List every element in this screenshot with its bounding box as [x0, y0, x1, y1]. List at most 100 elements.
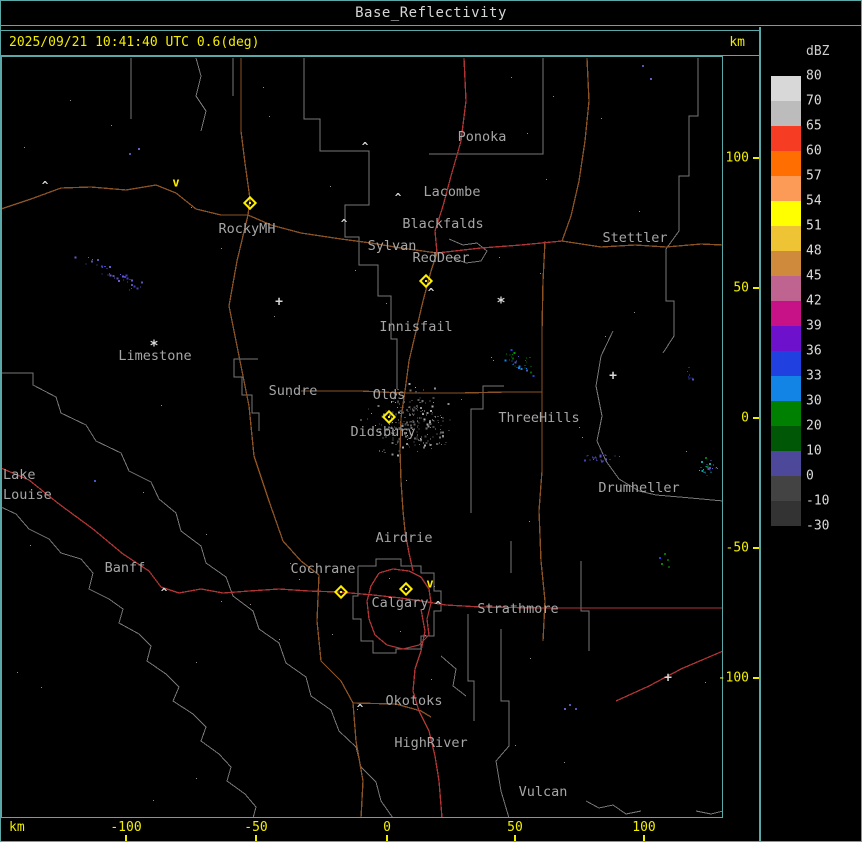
x-tick-mark	[643, 835, 645, 841]
caret-marker: ^	[161, 586, 168, 599]
plus-marker: +	[275, 295, 283, 310]
radar-map-svg: Ponoka Lacombe Blackfalds SylvanRedDeer Stet…	[2, 57, 722, 817]
legend-color-swatch	[771, 101, 801, 126]
x-tick-mark	[386, 835, 388, 841]
legend-color-swatch	[771, 76, 801, 101]
legend-tick-label: -30	[806, 518, 830, 534]
city-label: Strathmore	[477, 601, 558, 617]
city-label: Drumheller	[598, 480, 679, 496]
y-tick-label: 0	[741, 410, 749, 426]
legend-color-swatch	[771, 426, 801, 451]
legend-color-swatch	[771, 201, 801, 226]
legend-tick-label: 36	[806, 343, 822, 359]
legend-color-swatch	[771, 226, 801, 251]
legend-color-swatch	[771, 326, 801, 351]
y-axis-unit-label: km	[729, 35, 745, 50]
plus-marker: +	[664, 671, 672, 686]
x-tick-label: 0	[383, 820, 391, 835]
x-axis: km -100 -50 0 50 100	[1, 818, 759, 841]
city-label: RedDeer	[413, 250, 470, 266]
legend-color-swatch	[771, 251, 801, 276]
panel-divider	[759, 27, 761, 841]
legend-color-swatch	[771, 151, 801, 176]
legend-tick-label: 80	[806, 68, 822, 84]
radar-app-window: Base_Reflectivity 2025/09/21 10:41:40 UT…	[0, 0, 862, 842]
legend-color-swatch	[771, 476, 801, 501]
legend-tick-label: 48	[806, 243, 822, 259]
city-label: Sylvan	[368, 238, 417, 254]
city-label: Ponoka	[458, 129, 507, 145]
city-label: Cochrane	[290, 561, 355, 577]
city-label: HighRiver	[394, 735, 467, 751]
legend-color-swatch	[771, 451, 801, 476]
legend-color-swatch	[771, 351, 801, 376]
legend-tick-label: 57	[806, 168, 822, 184]
legend-tick-label: 70	[806, 93, 822, 109]
legend-tick-label: 0	[806, 468, 814, 484]
city-label: Didsbury	[350, 424, 415, 440]
asterisk-marker: *	[496, 294, 505, 312]
city-label: Vulcan	[519, 784, 568, 800]
y-tick-label: 100	[725, 150, 749, 166]
legend-tick-label: 54	[806, 193, 822, 209]
city-label: Olds	[373, 387, 406, 403]
x-tick-label: -50	[244, 820, 268, 835]
legend-tick-label: 10	[806, 443, 822, 459]
x-tick-mark	[255, 835, 257, 841]
city-label: Louise	[3, 487, 52, 503]
y-tick-label: 50	[733, 280, 749, 296]
legend-tick-label: 33	[806, 368, 822, 384]
caret-marker: ^	[362, 140, 369, 153]
city-label: Calgary	[372, 595, 429, 611]
x-tick-mark	[514, 835, 516, 841]
legend-color-swatch	[771, 501, 801, 526]
color-scale-legend: dBZ 80 70 65 60 57 54 51 48 45 42 39 36 33 30 20 10 0 -10…	[762, 28, 861, 841]
legend-tick-label: 45	[806, 268, 822, 284]
legend-tick-label: 42	[806, 293, 822, 309]
caret-marker: ^	[42, 179, 49, 192]
x-tick-label: 50	[507, 820, 523, 835]
city-label: Okotoks	[386, 693, 443, 709]
legend-tick-label: 20	[806, 418, 822, 434]
city-label: RockyMH	[219, 221, 276, 237]
caret-marker: ^	[357, 702, 364, 715]
legend-tick-label: -10	[806, 493, 830, 509]
asterisk-marker: *	[149, 337, 158, 355]
x-tick-mark	[125, 835, 127, 841]
legend-color-swatch	[771, 401, 801, 426]
city-label: Innisfail	[379, 319, 452, 335]
check-marker: v	[172, 176, 179, 190]
x-axis-unit-label: km	[9, 820, 25, 835]
city-label: ThreeHills	[498, 410, 579, 426]
window-title: Base_Reflectivity	[1, 1, 861, 26]
legend-color-swatch	[771, 276, 801, 301]
x-tick-label: 100	[632, 820, 656, 835]
city-label: Banff	[105, 560, 146, 576]
legend-tick-label: 39	[806, 318, 822, 334]
caret-marker: ^	[395, 191, 402, 204]
city-label: Blackfalds	[402, 216, 483, 232]
city-label: Stettler	[602, 230, 667, 246]
city-label: Airdrie	[376, 530, 433, 546]
caret-marker: ^	[435, 599, 442, 612]
x-tick-label: -100	[110, 820, 142, 835]
info-bar: 2025/09/21 10:41:40 UTC 0.6(deg) km	[1, 30, 759, 56]
legend-color-swatch	[771, 376, 801, 401]
radar-site-diamond-marker	[398, 581, 414, 597]
city-label: Lake	[3, 467, 36, 483]
legend-unit-label: dBZ	[806, 44, 830, 59]
plus-marker: +	[609, 369, 617, 384]
city-label: Sundre	[269, 383, 318, 399]
legend-color-swatch	[771, 126, 801, 151]
timestamp-label: 2025/09/21 10:41:40 UTC 0.6(deg)	[9, 35, 260, 50]
city-label: Lacombe	[424, 184, 481, 200]
check-marker: v	[426, 577, 433, 591]
caret-marker: ^	[341, 217, 348, 230]
legend-color-swatch	[771, 176, 801, 201]
radar-map-canvas[interactable]: Ponoka Lacombe Blackfalds Sylvan RedDeer Stet…	[1, 56, 723, 818]
legend-color-swatch	[771, 301, 801, 326]
y-tick-label: -50	[725, 540, 749, 556]
legend-tick-label: 51	[806, 218, 822, 234]
legend-tick-label: 60	[806, 143, 822, 159]
caret-marker: ^	[428, 286, 435, 299]
